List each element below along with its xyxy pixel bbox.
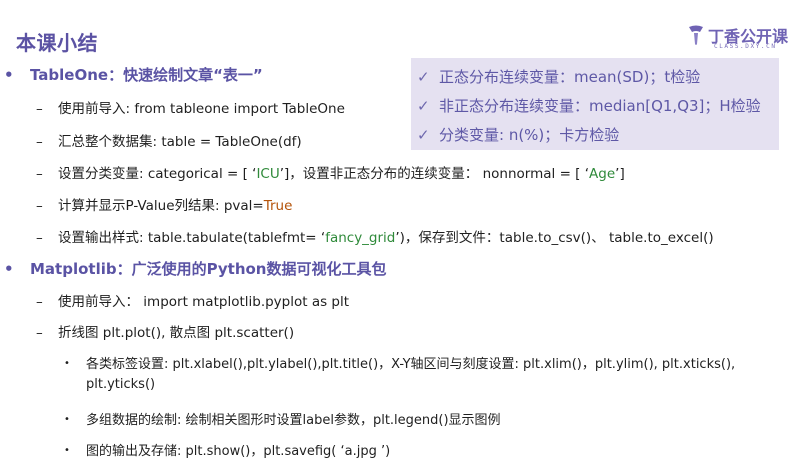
summary-item: ✓ 非正态分布连续变量：median[Q1,Q3]；H检验 — [417, 95, 761, 116]
list-item: – 汇总整个数据集: table = TableOne(df) — [36, 130, 302, 150]
summary-item-text: 非正态分布连续变量：median[Q1,Q3]；H检验 — [439, 97, 761, 115]
sub-list-item: • 各类标签设置: plt.xlabel(),plt.ylabel(),plt.t… — [64, 353, 735, 372]
list-item-text: 折线图 plt.plot(), 散点图 plt.scatter() — [58, 325, 295, 341]
list-item-text: ’]，设置非正态分布的连续变量： nonnormal = [ ‘ — [279, 166, 590, 182]
code-keyword: True — [263, 198, 293, 214]
summary-item-text: 分类变量: n(%)；卡方检验 — [439, 126, 620, 144]
list-item-text: 汇总整个数据集: table = TableOne(df) — [58, 134, 302, 150]
list-item: – 使用前导入: from tableone import TableOne — [36, 97, 345, 117]
summary-item: ✓ 分类变量: n(%)；卡方检验 — [417, 124, 619, 145]
dash-icon: – — [36, 101, 43, 117]
list-item-text: 设置输出样式: table.tabulate(tablefmt= ‘ — [58, 230, 326, 246]
list-item-text: ’] — [615, 166, 625, 182]
sub-list-item-text: 多组数据的绘制: 绘制相关图形时设置label参数，plt.legend()显示… — [86, 413, 501, 428]
check-icon: ✓ — [417, 126, 430, 144]
summary-item: ✓ 正态分布连续变量：mean(SD)；t检验 — [417, 66, 700, 87]
logo-mark-icon — [689, 25, 703, 45]
sub-list-item: • 多组数据的绘制: 绘制相关图形时设置label参数，plt.legend()显… — [64, 409, 501, 428]
bullet-icon: • — [4, 260, 14, 278]
slide-title: 本课小结 — [16, 31, 98, 55]
section-title: TableOne：快速绘制文章“表一” — [30, 66, 263, 84]
bullet-icon: • — [64, 358, 70, 369]
summary-item-text: 正态分布连续变量：mean(SD)；t检验 — [439, 68, 701, 86]
section-title: Matplotlib：广泛使用的Python数据可视化工具包 — [30, 260, 387, 278]
list-item: – 折线图 plt.plot(), 散点图 plt.scatter() — [36, 321, 294, 341]
section-matplotlib-heading: • Matplotlib：广泛使用的Python数据可视化工具包 — [4, 258, 386, 279]
list-item: – 使用前导入： import matplotlib.pyplot as plt — [36, 290, 349, 310]
code-string: Age — [589, 166, 616, 182]
bullet-icon: • — [64, 445, 70, 456]
list-item-text: ’)，保存到文件：table.to_csv()、 table.to_excel(… — [395, 230, 714, 246]
summary-highlight-box: ✓ 正态分布连续变量：mean(SD)；t检验 ✓ 非正态分布连续变量：median… — [411, 58, 779, 150]
list-item-text: 使用前导入： import matplotlib.pyplot as plt — [58, 294, 350, 310]
list-item: – 计算并显示P-Value列结果: pval=True — [36, 194, 292, 214]
list-item-text: 设置分类变量: categorical = [ ‘ — [58, 166, 257, 182]
list-item-text: 计算并显示P-Value列结果: pval= — [58, 198, 264, 214]
code-string: fancy_grid — [325, 230, 396, 246]
dash-icon: – — [36, 230, 43, 246]
code-string: ICU — [256, 166, 280, 182]
bullet-icon: • — [4, 66, 14, 84]
slide: 本课小结 丁香公开课 CLASS.DXY.CN ✓ 正态分布连续变量：mean(S… — [0, 0, 802, 468]
bullet-icon: • — [64, 414, 70, 425]
sub-list-item-text: 图的输出及存储: plt.show()，plt.savefig( ‘a.jpg … — [86, 444, 391, 459]
dash-icon: – — [36, 325, 43, 341]
dash-icon: – — [36, 166, 43, 182]
logo-subtitle: CLASS.DXY.CN — [714, 43, 777, 50]
check-icon: ✓ — [417, 97, 430, 115]
logo: 丁香公开课 CLASS.DXY.CN — [686, 22, 794, 56]
section-tableone-heading: • TableOne：快速绘制文章“表一” — [4, 64, 263, 85]
dash-icon: – — [36, 134, 43, 150]
dash-icon: – — [36, 198, 43, 214]
sub-list-item-continuation: plt.yticks() — [86, 377, 156, 392]
list-item: – 设置输出样式: table.tabulate(tablefmt= ‘fancy… — [36, 226, 714, 246]
dash-icon: – — [36, 294, 43, 310]
sub-list-item-text: 各类标签设置: plt.xlabel(),plt.ylabel(),plt.ti… — [86, 357, 736, 372]
check-icon: ✓ — [417, 68, 430, 86]
list-item-text: 使用前导入: from tableone import TableOne — [58, 101, 345, 117]
list-item: – 设置分类变量: categorical = [ ‘ICU’]，设置非正态分布的… — [36, 162, 625, 182]
sub-list-item: • 图的输出及存储: plt.show()，plt.savefig( ‘a.jpg… — [64, 440, 390, 459]
